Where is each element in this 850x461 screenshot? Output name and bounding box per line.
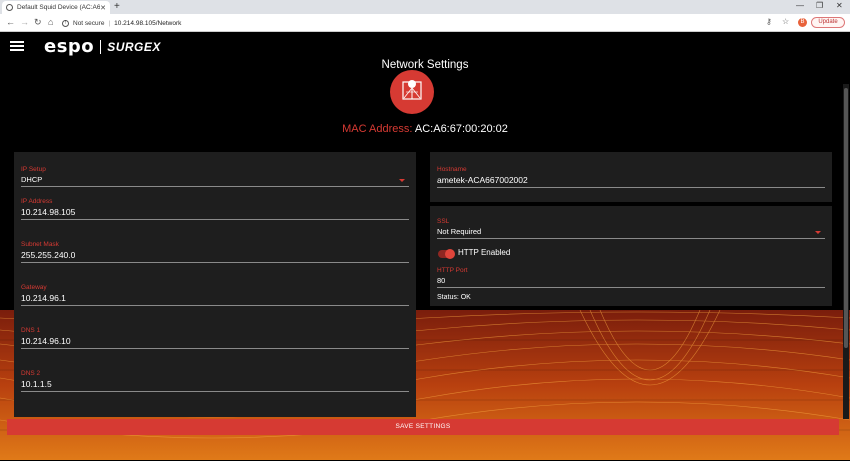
http-port-value: 80 bbox=[437, 276, 446, 285]
ip-setup-select[interactable]: IP Setup DHCP bbox=[21, 166, 409, 187]
mac-label: MAC Address: bbox=[342, 123, 413, 135]
hostname-field[interactable]: Hostname ametek-ACA667002002 bbox=[437, 166, 825, 188]
menu-icon[interactable] bbox=[10, 41, 24, 51]
save-settings-button[interactable]: SAVE SETTINGS bbox=[7, 419, 839, 435]
ip-address-field[interactable]: IP Address 10.214.98.105 bbox=[21, 198, 409, 220]
browser-tab[interactable]: Default Squid Device (AC:A6:67 ✕ bbox=[2, 1, 110, 14]
ssl-value: Not Required bbox=[437, 227, 482, 236]
hostname-label: Hostname bbox=[437, 166, 467, 173]
reload-icon[interactable]: ↻ bbox=[34, 17, 42, 28]
close-tab-icon[interactable]: ✕ bbox=[100, 4, 106, 12]
dns2-value: 10.1.1.5 bbox=[21, 379, 52, 389]
globe-icon bbox=[6, 4, 13, 11]
http-enabled-label: HTTP Enabled bbox=[458, 248, 511, 257]
new-tab-icon[interactable]: + bbox=[114, 1, 120, 13]
dns1-value: 10.214.96.10 bbox=[21, 336, 71, 346]
hostname-card: Hostname ametek-ACA667002002 bbox=[430, 152, 832, 202]
toggle-knob bbox=[445, 249, 455, 259]
web-server-card: SSL Not Required HTTP Enabled HTTP Port … bbox=[430, 206, 832, 306]
subnet-mask-field[interactable]: Subnet Mask 255.255.240.0 bbox=[21, 241, 409, 263]
ssl-select[interactable]: SSL Not Required bbox=[437, 218, 825, 239]
ip-address-value: 10.214.98.105 bbox=[21, 207, 76, 217]
ip-setup-label: IP Setup bbox=[21, 166, 46, 173]
mac-value: AC:A6:67:00:20:02 bbox=[414, 123, 508, 135]
logo-espo: espo bbox=[44, 36, 95, 57]
scrollbar[interactable] bbox=[843, 84, 849, 419]
back-icon[interactable]: ← bbox=[6, 17, 15, 27]
ip-setup-value: DHCP bbox=[21, 175, 43, 184]
url-separator: | bbox=[108, 19, 111, 27]
home-icon[interactable]: ⌂ bbox=[48, 17, 53, 27]
gateway-label: Gateway bbox=[21, 284, 47, 291]
dropdown-caret-icon bbox=[815, 231, 821, 234]
star-icon[interactable]: ☆ bbox=[782, 17, 789, 26]
security-label: Not secure bbox=[73, 19, 105, 27]
profile-avatar[interactable]: B bbox=[798, 18, 807, 27]
logo-surgex: SURGEX bbox=[107, 39, 161, 54]
network-device-icon bbox=[390, 70, 434, 114]
gateway-value: 10.214.96.1 bbox=[21, 293, 66, 303]
app-content: espo SURGEX Network Settings MAC Address… bbox=[0, 32, 850, 461]
ssl-label: SSL bbox=[437, 218, 450, 225]
http-port-label: HTTP Port bbox=[437, 267, 468, 274]
http-port-field[interactable]: HTTP Port 80 bbox=[437, 267, 825, 288]
restore-icon[interactable]: ❐ bbox=[816, 1, 823, 10]
dns2-field[interactable]: DNS 2 10.1.1.5 bbox=[21, 370, 409, 392]
hostname-value: ametek-ACA667002002 bbox=[437, 175, 528, 185]
status-text: Status: OK bbox=[437, 294, 471, 301]
update-button[interactable]: Update bbox=[811, 17, 845, 28]
minimize-icon[interactable]: — bbox=[796, 1, 804, 10]
ip-address-label: IP Address bbox=[21, 198, 53, 205]
subnet-mask-value: 255.255.240.0 bbox=[21, 250, 76, 260]
warning-icon: ! bbox=[62, 19, 69, 27]
dns1-label: DNS 1 bbox=[21, 327, 41, 334]
logo-divider bbox=[100, 39, 102, 54]
gateway-field[interactable]: Gateway 10.214.96.1 bbox=[21, 284, 409, 306]
key-icon[interactable]: ⚷ bbox=[766, 17, 772, 26]
forward-icon[interactable]: → bbox=[20, 17, 29, 27]
scrollbar-thumb[interactable] bbox=[844, 88, 848, 348]
brand-logo: espo SURGEX bbox=[44, 36, 161, 57]
network-settings-card: IP Setup DHCP IP Address 10.214.98.105 S… bbox=[14, 152, 416, 417]
url-text: 10.214.98.105/Network bbox=[114, 19, 182, 27]
dropdown-caret-icon bbox=[399, 179, 405, 182]
window-close-icon[interactable]: ✕ bbox=[836, 1, 843, 10]
browser-address-bar: ← → ↻ ⌂ ! Not secure | 10.214.98.105/Net… bbox=[0, 14, 850, 32]
mac-address: MAC Address: AC:A6:67:00:20:02 bbox=[0, 123, 850, 135]
tab-title: Default Squid Device (AC:A6:67 bbox=[17, 4, 101, 11]
dns2-label: DNS 2 bbox=[21, 370, 41, 377]
http-enabled-toggle[interactable] bbox=[438, 249, 455, 259]
browser-tab-bar: Default Squid Device (AC:A6:67 ✕ + — ❐ ✕ bbox=[0, 0, 850, 14]
dns1-field[interactable]: DNS 1 10.214.96.10 bbox=[21, 327, 409, 349]
url-field[interactable]: ! Not secure | 10.214.98.105/Network bbox=[62, 16, 762, 30]
subnet-mask-label: Subnet Mask bbox=[21, 241, 59, 248]
